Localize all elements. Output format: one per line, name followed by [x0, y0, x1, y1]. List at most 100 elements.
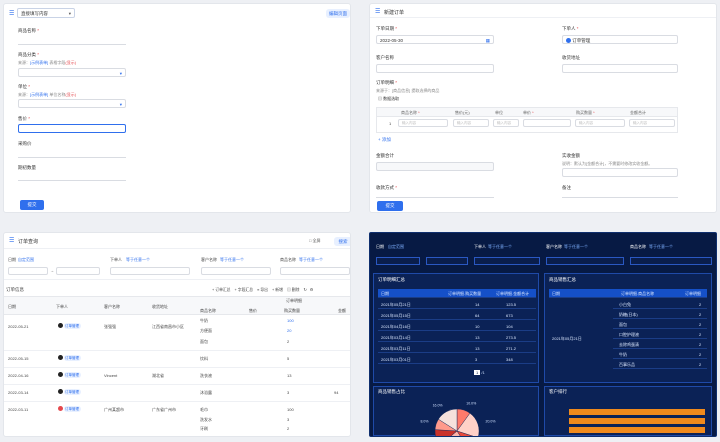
dash-date-start[interactable]: [376, 257, 420, 265]
filter-date-end[interactable]: [56, 267, 100, 275]
dash-buyer-input[interactable]: [474, 257, 540, 265]
paid-input[interactable]: [562, 168, 678, 177]
filter-product-label: 商品名称: [280, 257, 296, 262]
note-input[interactable]: [562, 197, 678, 198]
bar-2: [569, 418, 705, 424]
toolbar-delete[interactable]: ▤ 删除: [287, 288, 299, 292]
filter-buyer-input[interactable]: [110, 267, 190, 275]
table-row[interactable]: 奶糖(日本) 2: [613, 310, 707, 319]
col-unit-price: 单价: [523, 110, 534, 116]
settings-icon[interactable]: ⚙: [310, 288, 313, 292]
table-row[interactable]: 2022-04-16 订单管理 Vincent 湖北省 洗衣液 13: [4, 368, 350, 385]
price-input[interactable]: [18, 124, 126, 133]
item-name: 牙刷: [200, 426, 208, 431]
table-row[interactable]: 2022-03-14 订单管理 沐浴露 3 94: [4, 385, 350, 402]
submit-button[interactable]: 提交: [20, 200, 44, 210]
table-row[interactable]: 2022-05-15 订单管理 饮料 5: [4, 351, 350, 368]
filter-buyer-value[interactable]: 等于任意一个: [126, 257, 150, 263]
item-qty: 2: [287, 426, 290, 431]
menu-icon[interactable]: ☰: [9, 237, 14, 244]
toolbar-field-summary[interactable]: + 字段汇总: [235, 288, 253, 292]
header-date: 日期: [552, 291, 560, 296]
toolbar-order-summary[interactable]: + 订单汇总: [212, 288, 230, 292]
initial-qty-input[interactable]: [18, 180, 126, 181]
table-row[interactable]: 2021年03月14日 13 273.5: [378, 333, 536, 342]
table-row[interactable]: 2021年05月15日 64 673: [378, 311, 536, 320]
dash-filter-buyer-value[interactable]: 等于任意一个: [488, 244, 512, 250]
pie-chart: 10.0% 20.0% 8.0% 16.0%: [420, 401, 495, 436]
row-unit-price-input[interactable]: [523, 119, 571, 127]
buyer-value: 订单管理: [572, 38, 591, 43]
product-summary-card: 商品销售汇总 日期 订单明细.商品名称 订单明细 2021年05月21日 小白兔…: [544, 273, 712, 383]
table-cell: 673: [506, 313, 513, 318]
buyer-input[interactable]: 订单管理: [562, 35, 678, 44]
table-row[interactable]: 面包 2: [613, 320, 707, 329]
edit-page-button[interactable]: 编辑页面: [326, 9, 350, 18]
content-mode-value: 直接填写内容: [21, 11, 48, 16]
table-row[interactable]: 去除鸡蛋清 2: [613, 340, 707, 349]
avatar: [58, 355, 63, 361]
address-input[interactable]: [562, 64, 678, 73]
dash-product-input[interactable]: [630, 257, 712, 265]
table-row[interactable]: 口腔护理液 2: [613, 330, 707, 339]
data-pick-button[interactable]: ▤ 数据选取: [378, 95, 410, 103]
table-cell: 2021年04月16日: [381, 324, 411, 329]
product-summary-header: 日期 订单明细.商品名称 订单明细: [549, 289, 707, 298]
row-unit-input[interactable]: 输入内容: [493, 119, 519, 127]
refresh-icon[interactable]: ↻: [303, 288, 306, 292]
pager: 1 /1: [474, 370, 485, 375]
row-total-input[interactable]: 输入内容: [629, 119, 675, 127]
table-cell: 面包: [619, 322, 627, 327]
filter-customer-value[interactable]: 等于任意一个: [220, 257, 244, 263]
table-row[interactable]: 小白兔 2: [613, 300, 707, 309]
toolbar-add[interactable]: + 新增: [272, 288, 283, 292]
submit-button[interactable]: 提交: [377, 201, 403, 211]
fullscreen-button[interactable]: □ 全屏: [309, 238, 321, 244]
item-name: 毛巾: [200, 407, 208, 412]
filter-product-value[interactable]: 等于任意一个: [299, 257, 323, 263]
row-qty-input[interactable]: 输入内容: [575, 119, 625, 127]
pager-current[interactable]: 1: [474, 370, 481, 375]
order-summary-header: 日期 订单明细.购买数量 订单明细.金额合计: [378, 289, 536, 298]
table-row[interactable]: 牛奶 2: [613, 350, 707, 359]
table-row[interactable]: 2021年03月11日 13 271.2: [378, 344, 536, 353]
dash-customer-input[interactable]: [546, 257, 624, 265]
header-detail: 订单明细: [286, 298, 302, 303]
category-select[interactable]: ▾: [18, 68, 126, 77]
search-button[interactable]: 搜索: [334, 237, 350, 246]
dash-filter-product-value[interactable]: 等于任意一个: [649, 244, 673, 250]
content-mode-select[interactable]: 直接填写内容 ▾: [17, 8, 75, 18]
purchase-price-input[interactable]: [18, 157, 126, 158]
menu-icon[interactable]: ☰: [9, 10, 14, 17]
dash-date-end[interactable]: [426, 257, 468, 265]
order-summary-card: 订单明细汇总 日期 订单明细.购买数量 订单明细.金额合计 2021年05月21…: [373, 273, 539, 383]
menu-icon[interactable]: ☰: [375, 8, 380, 15]
pay-method-select[interactable]: [376, 197, 494, 198]
source-link[interactable]: [示例表单]: [30, 92, 48, 97]
col-product: 商品名称: [401, 110, 420, 116]
dash-filter-date-value[interactable]: 自定范围: [388, 244, 404, 250]
toolbar-export[interactable]: ≡ 导出: [257, 288, 268, 292]
total-input[interactable]: [376, 162, 494, 171]
table-row[interactable]: 百事乐品 2: [613, 360, 707, 369]
filter-customer-input[interactable]: [201, 267, 271, 275]
table-row[interactable]: 2021年03月01日 3 348: [378, 355, 536, 364]
source-link[interactable]: [示例表单]: [30, 60, 48, 65]
dash-filter-customer-value[interactable]: 等于任意一个: [564, 244, 588, 250]
product-name-input[interactable]: [18, 36, 126, 45]
customer-input[interactable]: [376, 64, 494, 73]
order-date-input[interactable]: 2022-05-30 ▦: [376, 35, 494, 44]
table-cell: 2021年05月15日: [381, 313, 411, 318]
filter-product-input[interactable]: [280, 267, 350, 275]
table-cell: 104: [506, 324, 513, 329]
table-row[interactable]: 2021年05月21日 14 123.5: [378, 300, 536, 309]
table-row[interactable]: 2022-03-11 订单管理 广州某超市 广东省广州市 毛巾 100 洗发水 …: [4, 402, 350, 436]
filter-date-value[interactable]: 自定范围: [18, 257, 34, 263]
table-row[interactable]: 2022-05-21 订单管理 张强强 江西省南昌市小区 牛奶 100 方便面 …: [4, 315, 350, 351]
filter-date-start[interactable]: [8, 267, 48, 275]
add-row-button[interactable]: + 添加: [378, 137, 391, 143]
row-price-input[interactable]: 输入内容: [453, 119, 489, 127]
row-product-input[interactable]: 输入内容: [398, 119, 448, 127]
unit-select[interactable]: ▾: [18, 99, 126, 108]
table-row[interactable]: 2021年04月16日 10 104: [378, 322, 536, 331]
